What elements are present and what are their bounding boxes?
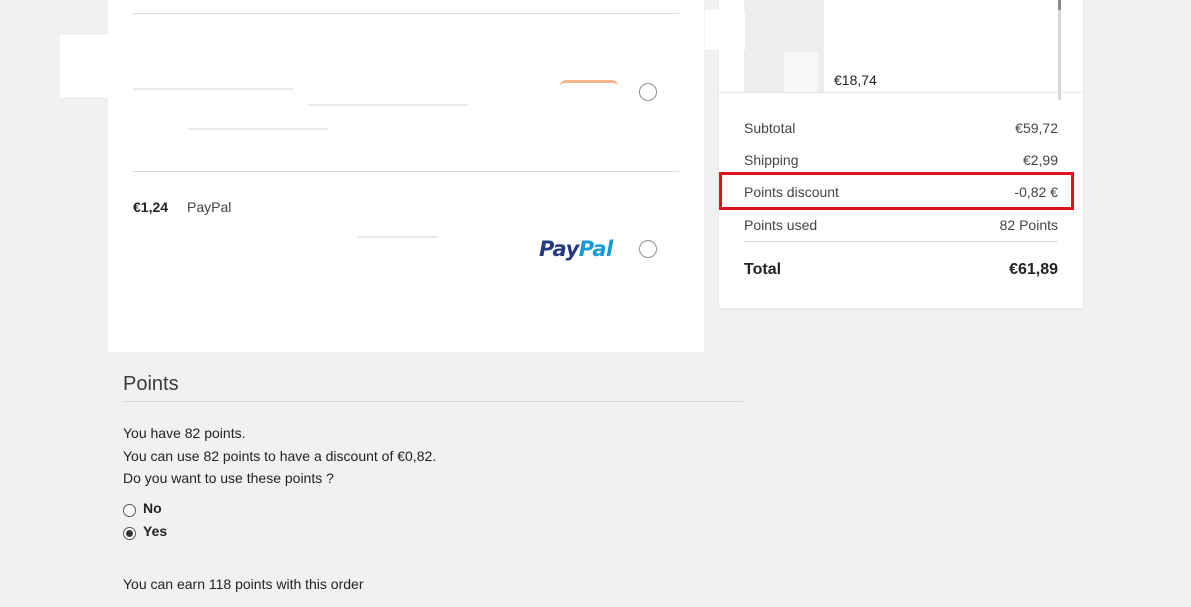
product-image xyxy=(784,52,818,92)
order-summary: €18,74 Subtotal €59,72 Shipping €2,99 Po… xyxy=(719,0,1083,308)
total-row: Total €61,89 xyxy=(744,258,1058,280)
radio-yes[interactable] xyxy=(123,527,136,540)
total-label: Total xyxy=(744,261,782,278)
paypal-radio[interactable] xyxy=(639,240,657,258)
points-used-row: Points used 82 Points xyxy=(744,214,1058,236)
divider xyxy=(719,92,1083,93)
paypal-label: PayPal xyxy=(187,199,232,215)
divider xyxy=(744,241,1058,242)
points-question-text: Do you want to use these points ? xyxy=(123,470,334,486)
paypal-fee: €1,24 xyxy=(133,199,169,215)
payment-methods-card: €1,24 PayPal PayPal xyxy=(108,0,704,352)
scrollbar[interactable] xyxy=(1058,0,1061,100)
shipping-row: Shipping €2,99 xyxy=(744,149,1058,171)
points-balance-text: You have 82 points. xyxy=(123,425,246,441)
obscured-text xyxy=(188,128,328,130)
subtotal-label: Subtotal xyxy=(744,120,796,136)
obscured-text xyxy=(358,236,438,238)
obscured-text xyxy=(133,88,293,90)
payment-option-radio[interactable] xyxy=(639,83,657,101)
shipping-label: Shipping xyxy=(744,152,799,168)
total-value: €61,89 xyxy=(1009,261,1058,278)
subtotal-value: €59,72 xyxy=(1015,120,1058,136)
points-used-value: 82 Points xyxy=(999,217,1058,233)
highlight-box xyxy=(719,172,1074,210)
shipping-value: €2,99 xyxy=(1022,152,1058,168)
radio-no[interactable] xyxy=(123,504,136,517)
points-used-label: Points used xyxy=(744,217,818,233)
product-thumbnail[interactable] xyxy=(744,0,824,92)
item-price: €18,74 xyxy=(834,72,877,88)
points-discount-text: You can use 82 points to have a discount… xyxy=(123,448,437,464)
scrollbar-thumb[interactable] xyxy=(1058,0,1061,10)
points-earn-text: You can earn 118 points with this order xyxy=(123,576,364,592)
divider xyxy=(123,401,743,402)
subtotal-row: Subtotal €59,72 xyxy=(744,117,1058,139)
paypal-logo: PayPal xyxy=(539,237,613,261)
obscured-area xyxy=(705,10,745,50)
divider xyxy=(133,171,679,172)
obscured-text xyxy=(308,104,468,106)
option-yes-label: Yes xyxy=(143,523,168,539)
payment-logo-obscured xyxy=(560,80,618,97)
points-heading: Points xyxy=(123,373,179,395)
divider xyxy=(133,13,679,14)
option-no-label: No xyxy=(143,500,162,516)
